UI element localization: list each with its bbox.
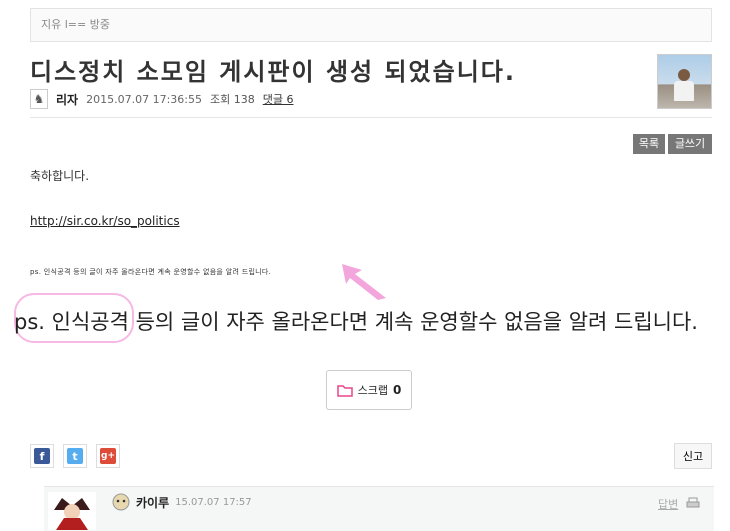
zoomed-note: ps. 인식공격 등의 글이 자주 올라온다면 계속 운영할수 없음을 알려 드… (14, 310, 698, 334)
pink-arrow-icon (342, 264, 386, 300)
breadcrumb: 지유 l== 방중 (30, 8, 712, 42)
author-name[interactable]: 리자 (56, 91, 78, 108)
post-meta: ♞ 리자 2015.07.07 17:36:55 조회 138 댓글 6 (30, 88, 293, 110)
post-body-link[interactable]: http://sir.co.kr/so_politics (30, 214, 180, 228)
write-button[interactable]: 글쓰기 (668, 134, 712, 154)
twitter-share-button[interactable]: t (63, 444, 87, 468)
report-button[interactable]: 신고 (674, 443, 712, 469)
twitter-icon: t (67, 448, 83, 464)
post-date: 2015.07.07 17:36:55 (86, 92, 202, 106)
folder-icon (336, 384, 353, 397)
post-thumbnail-image (657, 54, 712, 109)
scrap-label: 스크랩 (357, 384, 388, 397)
googleplus-share-button[interactable]: g+ (96, 444, 120, 468)
author-avatar-icon: ♞ (30, 89, 48, 109)
commenter-avatar (48, 492, 96, 530)
post-body-text: 축하합니다. (30, 169, 90, 183)
print-icon[interactable] (686, 497, 700, 509)
view-count: 조회 138 (209, 93, 255, 106)
scrap-count: 0 (393, 383, 402, 397)
scrap-button[interactable]: 스크랩 0 (326, 370, 412, 410)
list-button[interactable]: 목록 (633, 134, 665, 154)
googleplus-icon: g+ (100, 448, 116, 464)
comment-meta: 카이루 15.07.07 17:57 (112, 493, 252, 511)
post-small-note: ps. 인식공격 등의 글이 자주 올라온다면 계속 운영할수 없음을 알려 드… (30, 268, 272, 276)
comment-date: 15.07.07 17:57 (175, 496, 252, 508)
facebook-icon: f (34, 448, 50, 464)
comment-author[interactable]: 카이루 (136, 494, 169, 511)
divider (30, 117, 712, 118)
post-title: 디스정치 소모임 게시판이 생성 되었습니다. (30, 58, 516, 86)
commenter-small-avatar-icon (112, 493, 130, 511)
comments-link[interactable]: 댓글 6 (263, 91, 294, 107)
comment-reply-link[interactable]: 답변 (658, 496, 678, 512)
facebook-share-button[interactable]: f (30, 444, 54, 468)
